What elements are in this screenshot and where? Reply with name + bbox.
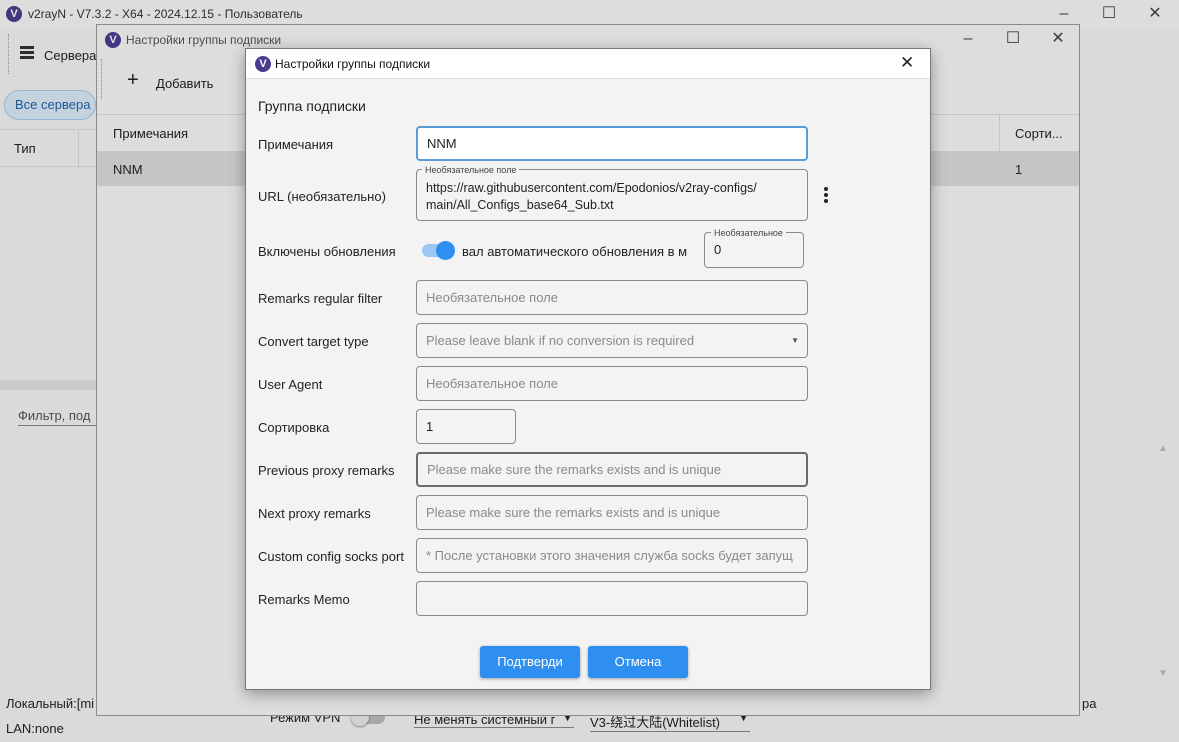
remarks-label: Примечания: [258, 137, 334, 152]
prev-proxy-label: Previous proxy remarks: [258, 463, 395, 478]
confirm-button[interactable]: Подтверди: [480, 646, 580, 678]
socks-port-label: Custom config socks port: [258, 549, 404, 564]
convert-target-label: Convert target type: [258, 334, 369, 349]
prev-proxy-input[interactable]: Please make sure the remarks exists and …: [416, 452, 808, 487]
update-interval-float-label: Необязательное: [711, 228, 786, 238]
updates-toggle[interactable]: [422, 241, 455, 260]
dialog-title: Настройки группы подписки: [275, 57, 431, 71]
update-interval-label: вал автоматического обновления в м: [462, 244, 688, 259]
dialog-titlebar: V Настройки группы подписки ✕: [246, 49, 930, 79]
next-proxy-label: Next proxy remarks: [258, 506, 371, 521]
next-proxy-input[interactable]: Please make sure the remarks exists and …: [416, 495, 808, 530]
close-icon[interactable]: ✕: [900, 53, 914, 73]
url-float-label: Необязательное поле: [422, 165, 520, 175]
dropdown-arrow-icon: ▼: [791, 336, 799, 345]
sort-label: Сортировка: [258, 420, 330, 435]
url-label: URL (необязательно): [258, 189, 386, 204]
memo-label: Remarks Memo: [258, 592, 350, 607]
remarks-input[interactable]: NNM: [416, 126, 808, 161]
subscription-settings-dialog: V Настройки группы подписки ✕ Группа под…: [245, 48, 931, 690]
url-value-line2: main/All_Configs_base64_Sub.txt: [426, 198, 614, 212]
remarks-filter-input[interactable]: Необязательное поле: [416, 280, 808, 315]
url-input[interactable]: https://raw.githubusercontent.com/Epodon…: [416, 169, 808, 221]
cancel-button[interactable]: Отмена: [588, 646, 688, 678]
convert-target-placeholder: Please leave blank if no conversion is r…: [426, 333, 695, 348]
url-value-line1: https://raw.githubusercontent.com/Epodon…: [426, 181, 757, 195]
more-vert-icon[interactable]: [824, 187, 830, 203]
socks-port-input[interactable]: * После установки этого значения служба …: [416, 538, 808, 573]
remarks-filter-label: Remarks regular filter: [258, 291, 383, 306]
sort-input[interactable]: 1: [416, 409, 516, 444]
section-title: Группа подписки: [258, 98, 366, 114]
updates-label: Включены обновления: [258, 244, 396, 259]
convert-target-select[interactable]: Please leave blank if no conversion is r…: [416, 323, 808, 358]
user-agent-label: User Agent: [258, 377, 323, 392]
memo-input[interactable]: [416, 581, 808, 616]
user-agent-input[interactable]: Необязательное поле: [416, 366, 808, 401]
app-logo-icon: V: [255, 56, 271, 72]
